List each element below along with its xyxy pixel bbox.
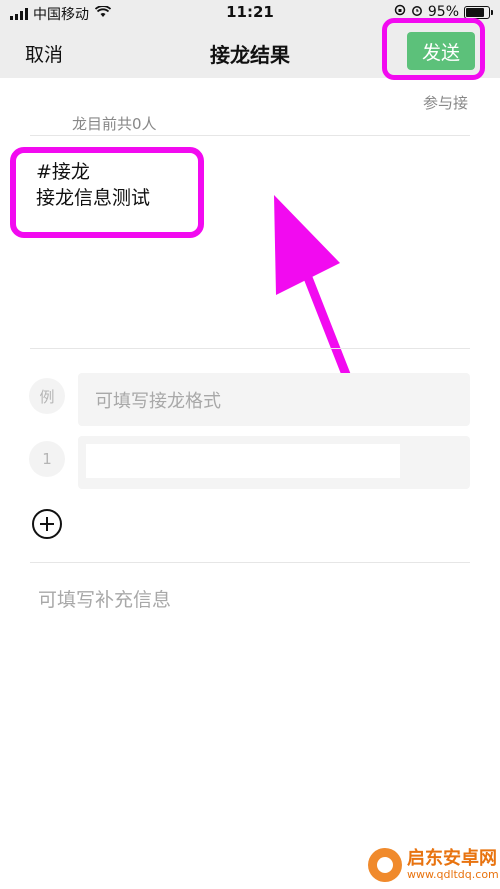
watermark-text: 启东安卓网 www.qdltdq.com [407,849,499,881]
divider [30,562,470,563]
example-badge: 例 [29,378,65,414]
watermark: 启东安卓网 www.qdltdq.com [368,848,499,882]
format-input-field[interactable]: 可填写接龙格式 [78,373,470,426]
participants-text-line2: 龙目前共0人 [72,115,157,133]
entry-number-badge: 1 [29,441,65,477]
add-entry-icon[interactable] [32,509,62,539]
battery-icon [464,5,493,19]
format-placeholder: 可填写接龙格式 [95,391,221,412]
content-highlight-box [10,147,204,238]
watermark-name: 启东安卓网 [407,848,497,869]
watermark-url: www.qdltdq.com [407,868,499,881]
divider [30,135,470,136]
battery-fill [466,7,484,17]
entry-row-1 [78,436,470,489]
watermark-logo-icon [368,848,402,882]
participants-text-line1: 参与接 [422,94,468,112]
entry-input-1[interactable] [86,444,400,478]
send-highlight-box [382,18,485,80]
battery-tip [491,9,493,15]
supplement-info-input[interactable]: 可填写补充信息 [38,585,171,612]
divider [30,348,470,349]
